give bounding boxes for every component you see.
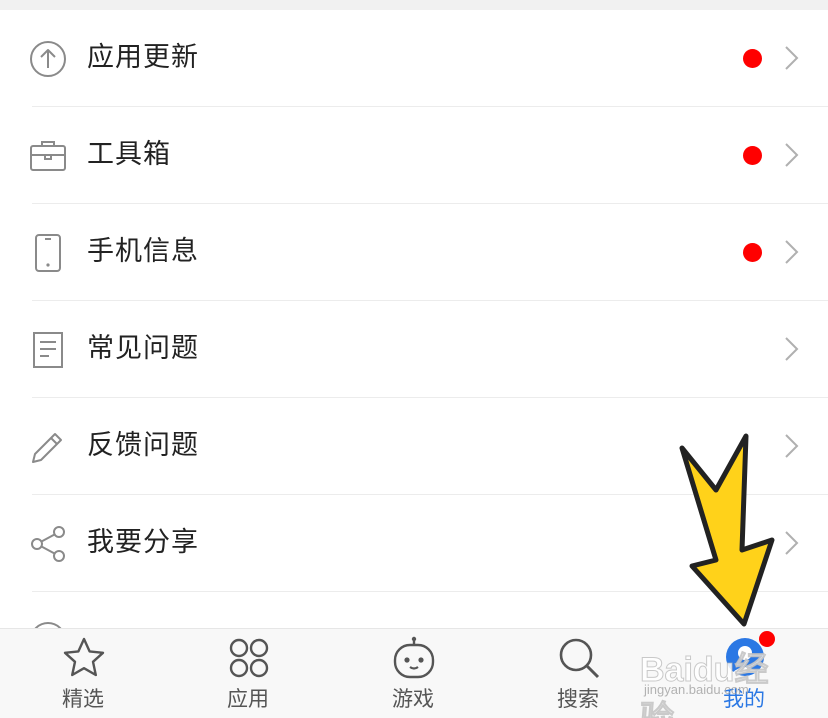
tab-featured[interactable]: 精选 [23,629,143,718]
badge-dot [743,243,762,262]
tab-games[interactable]: 游戏 [353,629,473,718]
menu-item-label: 应用更新 [87,42,199,73]
game-controller-icon [393,636,435,679]
chevron-right-icon [785,143,799,167]
menu-item-faq[interactable]: 常见问题 [0,301,828,398]
share-icon [31,526,65,562]
tab-label: 精选 [62,687,104,711]
search-icon [559,638,600,679]
menu-item-label: 常见问题 [87,333,199,364]
menu-item-label: 手机信息 [87,236,199,267]
menu-item-phone-info[interactable]: 手机信息 [0,204,828,301]
watermark-url: jingyan.baidu.com [644,682,749,697]
toolbox-icon [30,141,66,171]
tab-label: 游戏 [392,687,434,711]
apps-grid-icon [229,638,269,678]
phone-icon [35,234,61,272]
menu-item-label: 反馈问题 [87,430,199,461]
badge-dot [743,146,762,165]
tab-apps[interactable]: 应用 [188,629,308,718]
badge-dot [743,49,762,68]
tab-search[interactable]: 搜索 [518,629,638,718]
top-strip [0,0,828,10]
menu-item-toolbox[interactable]: 工具箱 [0,107,828,204]
menu-item-label: 工具箱 [87,139,171,170]
tab-label: 搜索 [557,687,599,711]
info-circle-icon [34,622,62,628]
upload-circle-icon [30,41,66,77]
chevron-right-icon [785,46,799,70]
document-icon [33,332,63,368]
chevron-right-icon [785,337,799,361]
yellow-arrow-icon [679,433,775,627]
watermark: Baidu经验 jingyan.baidu.com [630,628,800,718]
pencil-icon [32,433,62,463]
menu-item-label: 我要分享 [87,527,199,558]
tab-label: 应用 [227,687,269,711]
menu-item-app-update[interactable]: 应用更新 [0,10,828,107]
watermark-text: Baidu经验 [640,651,769,718]
star-icon [63,637,105,677]
chevron-right-icon [785,240,799,264]
